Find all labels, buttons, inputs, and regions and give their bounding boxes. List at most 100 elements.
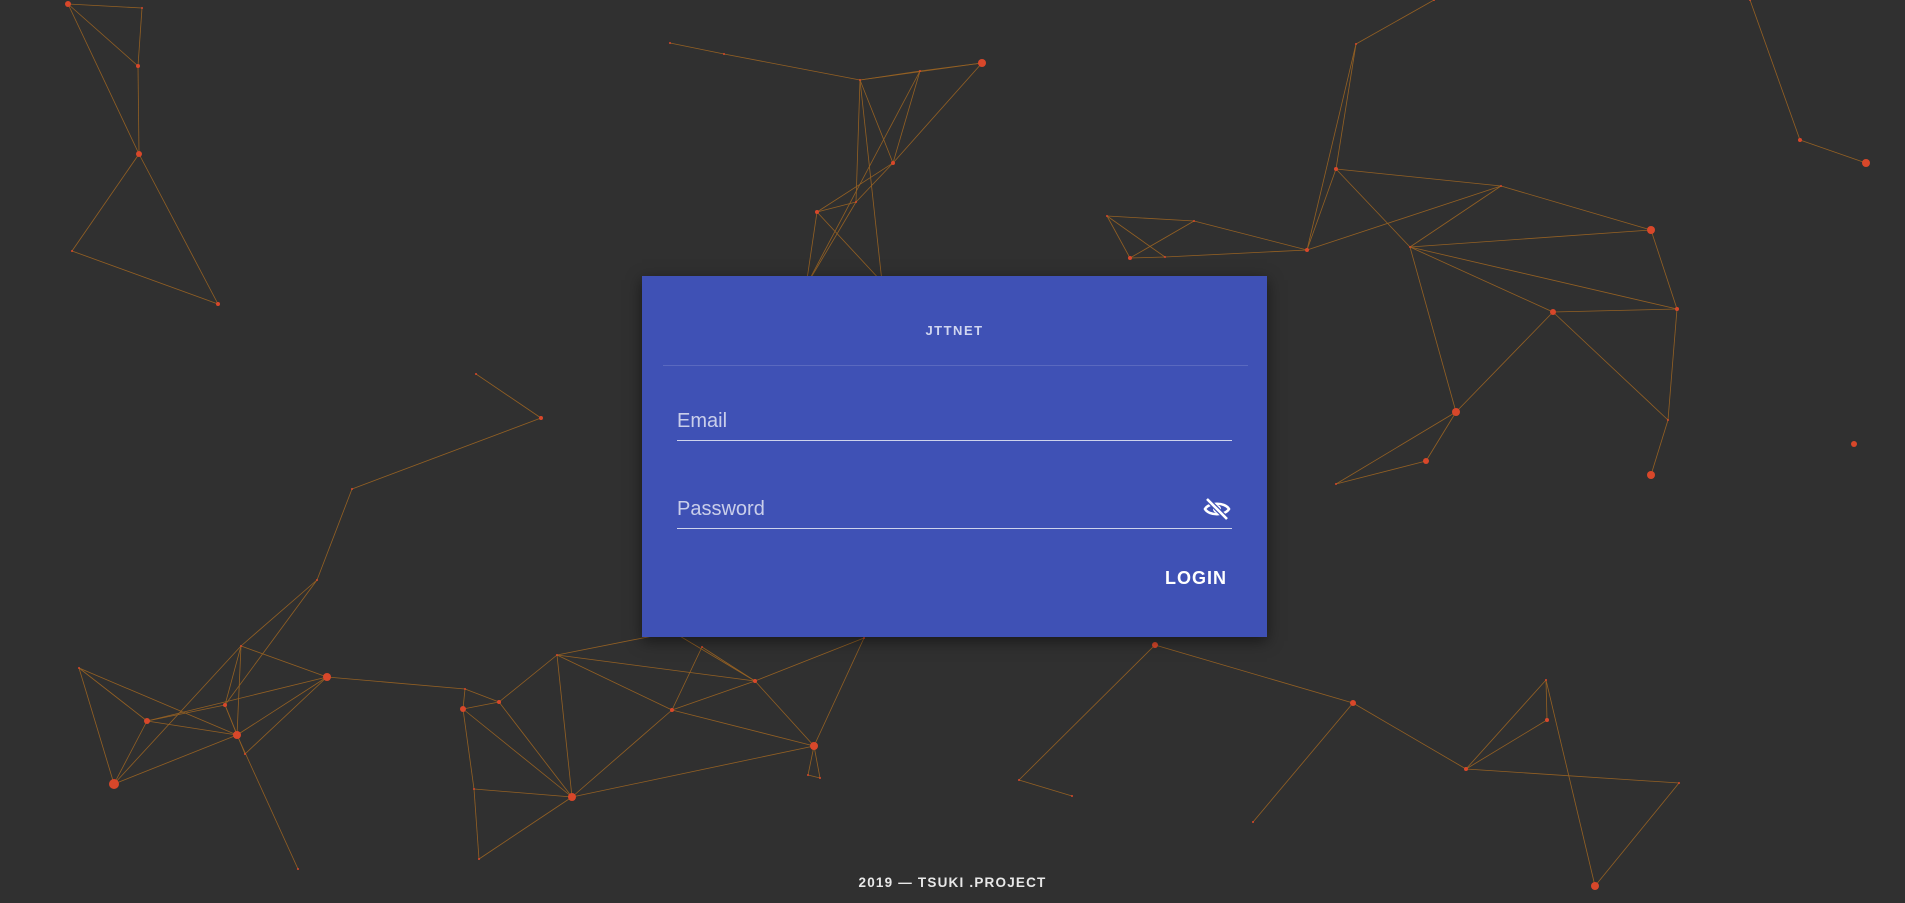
network-node [1647,226,1655,234]
network-link [113,734,238,785]
network-node [460,706,466,712]
network-node [919,70,921,72]
network-link [1106,215,1195,222]
network-link [236,676,328,736]
network-node [1423,458,1429,464]
network-link [1545,679,1596,887]
network-link [1650,419,1669,476]
network-link [137,7,143,67]
network-node [1106,215,1108,217]
network-link [1306,43,1357,251]
network-link [1465,768,1680,784]
network-node [351,488,353,490]
network-link [1409,246,1678,310]
network-link [1500,185,1652,231]
network-link [1455,311,1554,413]
network-node [497,700,501,704]
network-link [671,646,703,711]
network-node [1464,767,1468,771]
network-link [805,201,857,287]
network-node [807,774,809,776]
network-link [855,162,894,203]
network-link [754,637,865,682]
network-link [1799,139,1867,164]
network-link [892,62,983,164]
network-node [753,679,757,683]
network-link [240,579,318,647]
password-input[interactable] [677,498,1232,521]
eye-off-icon[interactable] [1202,496,1232,522]
network-link [671,680,756,711]
network-node [1193,220,1195,222]
network-node [978,59,986,67]
network-link [813,637,865,747]
network-node [670,708,674,712]
network-node [475,373,477,375]
network-link [805,70,921,287]
network-link [1252,702,1354,823]
network-node [1647,471,1655,479]
network-node [1798,138,1802,142]
network-node [144,718,150,724]
network-link [571,709,673,798]
network-node [1675,307,1679,311]
network-link [1106,215,1166,258]
network-link [855,79,861,203]
login-button[interactable]: LOGIN [1165,564,1227,593]
network-link [1355,0,1435,45]
network-node [78,667,80,669]
network-node [1152,642,1158,648]
network-link [138,153,219,305]
network-node [1862,159,1870,167]
network-node [819,777,821,779]
network-link [326,676,466,690]
network-node [1452,408,1460,416]
network-node [1545,679,1547,681]
network-link [672,631,756,682]
network-node [1128,256,1132,260]
password-field-wrapper [677,488,1232,529]
network-node [1164,256,1166,258]
footer-copyright: 2019 — TSUKI .PROJECT [858,875,1047,890]
network-link [1018,779,1073,797]
network-node [810,742,818,750]
network-link [1465,719,1548,770]
network-link [78,667,238,736]
network-link [1650,229,1678,310]
network-link [78,667,148,722]
network-link [1409,185,1502,248]
network-link [67,3,140,155]
network-node [233,731,241,739]
network-link [892,70,921,164]
network-node [1071,795,1073,797]
network-link [462,708,475,790]
network-link [240,645,328,678]
network-node [136,151,142,157]
network-node [109,779,119,789]
network-node [539,416,543,420]
network-link [556,654,756,682]
network-node [323,673,331,681]
network-link [813,745,821,779]
network-node [1335,483,1337,485]
network-node [701,646,703,648]
network-link [1106,215,1131,259]
network-node [316,579,318,581]
network-link [1335,460,1427,485]
network-node [1667,419,1669,421]
network-link [71,153,140,252]
email-input[interactable] [677,410,1232,433]
network-node [855,201,857,203]
network-node [65,1,71,7]
title-divider [663,365,1248,366]
network-node [568,793,576,801]
network-node [71,250,73,252]
network-link [473,788,480,860]
network-link [1409,246,1457,413]
network-node [141,7,143,9]
network-link [1545,679,1548,721]
network-node [556,654,558,656]
network-link [1409,229,1652,248]
network-link [1352,702,1467,770]
network-link [78,667,115,785]
